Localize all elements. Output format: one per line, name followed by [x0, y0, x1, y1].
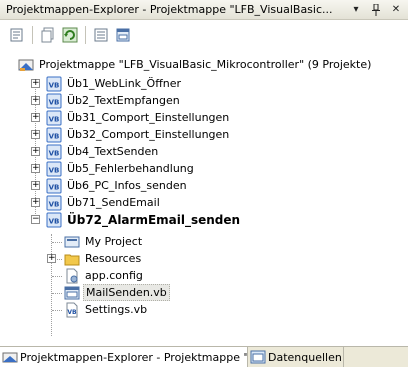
- toolbar-separator: [85, 26, 86, 44]
- project-item-node[interactable]: VB Settings.vb: [64, 301, 149, 318]
- vb-project-icon: VB: [46, 161, 62, 177]
- bottom-tab-strip: Projektmappen-Explorer - Projektmappe "L…: [0, 346, 408, 367]
- project-node[interactable]: VB Üb71_SendEmail: [46, 194, 162, 211]
- svg-text:VB: VB: [49, 217, 60, 225]
- project-label: Üb72_AlarmEmail_senden: [67, 212, 241, 227]
- project-label: Üb32_Comport_Einstellungen: [67, 128, 230, 141]
- svg-text:VB: VB: [49, 149, 60, 157]
- vb-project-icon: VB: [46, 127, 62, 143]
- vb-project-icon: VB: [46, 110, 62, 126]
- project-item-node[interactable]: Resources: [64, 250, 143, 267]
- solution-explorer-toolbar: [0, 20, 408, 50]
- refresh-icon: [62, 27, 78, 43]
- expand-toggle[interactable]: +: [47, 254, 56, 263]
- svg-text:VB: VB: [49, 166, 60, 174]
- project-label: Üb71_SendEmail: [67, 196, 160, 209]
- svg-text:VB: VB: [49, 98, 60, 106]
- project-node[interactable]: VB Üb32_Comport_Einstellungen: [46, 126, 231, 143]
- project-item-node[interactable]: MailSenden.vb: [64, 284, 170, 301]
- expand-toggle[interactable]: +: [31, 164, 40, 173]
- view-designer-button[interactable]: [112, 24, 134, 46]
- svg-text:VB: VB: [49, 200, 60, 208]
- vb-project-icon: VB: [46, 93, 62, 109]
- project-node[interactable]: VB Üb4_TextSenden: [46, 143, 160, 160]
- project-node[interactable]: VB Üb2_TextEmpfangen: [46, 92, 182, 109]
- tab-solution-explorer[interactable]: Projektmappen-Explorer - Projektmappe "L…: [0, 347, 248, 367]
- project-label: Üb5_Fehlerbehandlung: [67, 162, 194, 175]
- item-label: app.config: [85, 269, 143, 282]
- config-file-icon: [64, 268, 80, 284]
- solution-icon: [18, 57, 34, 73]
- refresh-button[interactable]: [59, 24, 81, 46]
- project-label: Üb4_TextSenden: [67, 145, 159, 158]
- project-item-node[interactable]: My Project: [64, 233, 144, 250]
- item-label: Resources: [85, 252, 142, 265]
- project-item-node[interactable]: app.config: [64, 267, 145, 284]
- item-label: MailSenden.vb: [83, 284, 170, 301]
- project-node[interactable]: VB Üb31_Comport_Einstellungen: [46, 109, 231, 126]
- window-title: Projektmappen-Explorer - Projektmappe "L…: [6, 3, 333, 16]
- collapse-toggle[interactable]: −: [31, 215, 40, 224]
- vb-file-icon: VB: [64, 302, 80, 318]
- tab-label: Datenquellen: [268, 350, 342, 364]
- form-file-icon: [64, 285, 80, 301]
- svg-text:VB: VB: [49, 115, 60, 123]
- vb-project-icon: VB: [46, 212, 62, 228]
- svg-text:VB: VB: [49, 132, 60, 140]
- project-node[interactable]: VB Üb5_Fehlerbehandlung: [46, 160, 196, 177]
- window-titlebar: Projektmappen-Explorer - Projektmappe "L…: [0, 0, 408, 20]
- chevron-down-icon[interactable]: ▾: [348, 2, 364, 18]
- solution-label: Projektmappe "LFB_VisualBasic_Mikrocontr…: [39, 58, 372, 71]
- project-node[interactable]: VB Üb6_PC_Infos_senden: [46, 177, 189, 194]
- expand-toggle[interactable]: +: [31, 147, 40, 156]
- solution-node[interactable]: Projektmappe "LFB_VisualBasic_Mikrocontr…: [18, 56, 373, 73]
- project-label: Üb31_Comport_Einstellungen: [67, 111, 230, 124]
- vb-project-icon: VB: [46, 76, 62, 92]
- project-label: Üb1_WebLink_Öffner: [67, 77, 182, 90]
- project-node[interactable]: VB Üb1_WebLink_Öffner: [46, 75, 183, 92]
- project-label: Üb6_PC_Infos_senden: [67, 179, 187, 192]
- tab-data-sources[interactable]: Datenquellen: [248, 347, 344, 367]
- pin-icon[interactable]: [368, 2, 384, 18]
- data-sources-icon: [250, 349, 266, 365]
- expand-toggle[interactable]: +: [31, 198, 40, 207]
- view-code-icon: [94, 28, 108, 42]
- item-label: My Project: [85, 235, 143, 248]
- solution-explorer-icon: [2, 349, 18, 365]
- expand-toggle[interactable]: +: [31, 79, 40, 88]
- vb-project-icon: VB: [46, 144, 62, 160]
- properties-icon: [10, 28, 23, 42]
- svg-text:VB: VB: [49, 81, 60, 89]
- my-project-icon: [64, 234, 80, 250]
- show-all-files-button[interactable]: [37, 24, 59, 46]
- solution-tree: Projektmappe "LFB_VisualBasic_Mikrocontr…: [0, 54, 408, 342]
- view-designer-icon: [116, 28, 130, 42]
- toolbar-separator: [32, 26, 33, 44]
- project-node[interactable]: VB Üb72_AlarmEmail_senden: [46, 211, 242, 228]
- project-label: Üb2_TextEmpfangen: [67, 94, 180, 107]
- close-icon[interactable]: ✕: [388, 2, 404, 18]
- vb-project-icon: VB: [46, 178, 62, 194]
- expand-toggle[interactable]: +: [31, 113, 40, 122]
- properties-button[interactable]: [6, 24, 28, 46]
- view-code-button[interactable]: [90, 24, 112, 46]
- expand-toggle[interactable]: +: [31, 181, 40, 190]
- show-all-files-icon: [41, 27, 54, 43]
- tab-label: Projektmappen-Explorer - Projektmappe "L…: [20, 350, 247, 364]
- folder-icon: [64, 251, 80, 267]
- svg-text:VB: VB: [67, 309, 77, 316]
- expand-toggle[interactable]: +: [31, 130, 40, 139]
- item-label: Settings.vb: [85, 303, 148, 316]
- vb-project-icon: VB: [46, 195, 62, 211]
- expand-toggle[interactable]: +: [31, 96, 40, 105]
- svg-text:VB: VB: [49, 183, 60, 191]
